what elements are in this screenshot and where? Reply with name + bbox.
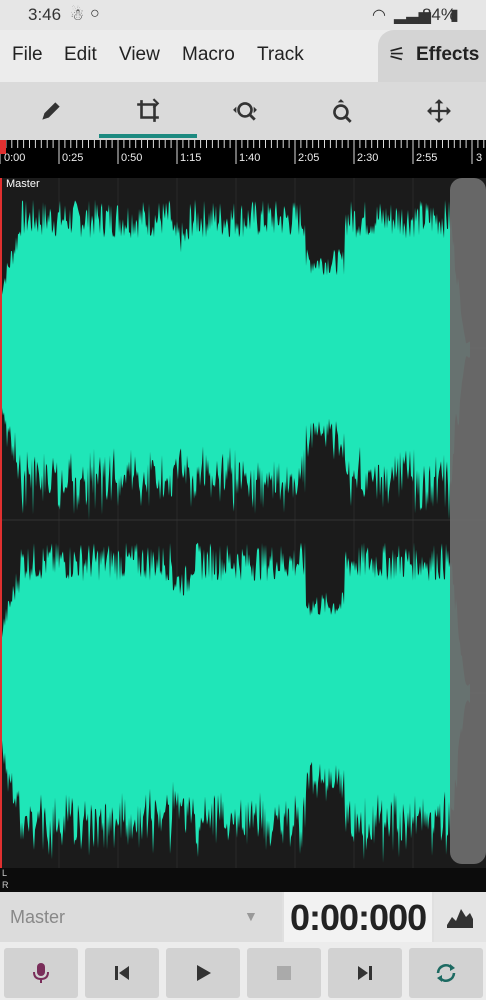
menu-view[interactable]: View	[119, 44, 160, 66]
transport-info-bar: Master ▼ 0:00:000	[0, 892, 486, 942]
spectrum-icon	[447, 909, 473, 928]
effects-label: Effects	[416, 44, 480, 65]
tool-bar	[0, 82, 486, 140]
microphone-icon	[33, 963, 49, 983]
skip-back-button[interactable]	[85, 948, 159, 998]
menu-track[interactable]: Track	[257, 44, 304, 66]
tick-label: 0:50	[121, 152, 143, 164]
zoom-horizontal-tool-button[interactable]	[196, 82, 293, 140]
play-icon	[197, 965, 211, 981]
tick-label: 0:00	[4, 152, 26, 164]
tick-label: 1:15	[180, 152, 202, 164]
skip-previous-icon	[115, 966, 129, 980]
left-channel-label: L	[2, 868, 8, 878]
menu-macro[interactable]: Macro	[182, 44, 235, 66]
loop-button[interactable]	[409, 948, 483, 998]
play-button[interactable]	[166, 948, 240, 998]
wifi-icon: ◠	[372, 7, 386, 24]
record-button[interactable]	[4, 948, 78, 998]
track-dropdown-value: Master	[10, 907, 66, 927]
pencil-tool-button[interactable]	[2, 82, 99, 140]
tick-label: 2:55	[416, 152, 438, 164]
loop-icon	[436, 964, 456, 982]
zoom-vertical-icon	[332, 99, 352, 123]
waveform-canvas[interactable]	[0, 178, 486, 868]
tick-label: 1:40	[239, 152, 261, 164]
crop-tool-button[interactable]	[99, 82, 196, 140]
stop-button[interactable]	[247, 948, 321, 998]
channel-ruler: L R	[0, 868, 486, 892]
move-tool-button[interactable]	[390, 82, 486, 140]
move-arrows-icon	[426, 99, 451, 123]
battery-icon: ▮	[450, 7, 459, 24]
tick-label: 0:25	[62, 152, 84, 164]
left-channel-waveform	[0, 199, 470, 521]
tick-label: 2:05	[298, 152, 320, 164]
vertical-scroll-handle[interactable]	[450, 178, 486, 864]
tick-label: 2:30	[357, 152, 379, 164]
tick-label: 3	[476, 152, 483, 164]
skip-next-icon	[358, 966, 372, 980]
playhead-line	[0, 178, 2, 868]
notification-icon: ☃	[70, 7, 85, 24]
status-time: 3:46	[28, 5, 62, 24]
menu-file[interactable]: File	[12, 44, 43, 66]
active-tool-indicator	[99, 134, 197, 138]
track-label: Master	[6, 178, 40, 190]
stop-icon	[277, 966, 291, 980]
spectrum-button[interactable]	[434, 892, 486, 942]
waveform-editor[interactable]: Master	[0, 178, 486, 868]
magic-wand-icon: ⚟	[388, 44, 406, 66]
playback-controls	[0, 942, 486, 1000]
crop-icon	[136, 98, 159, 122]
right-channel-label: R	[2, 880, 9, 890]
right-channel-waveform	[0, 542, 470, 863]
menu-edit[interactable]: Edit	[64, 44, 97, 66]
timeline-ruler[interactable]: 0:00 0:25 0:50 1:15 1:40 2:05 2:30 2:55 …	[0, 140, 486, 178]
circle-icon: ○	[90, 5, 100, 22]
skip-forward-button[interactable]	[328, 948, 402, 998]
track-dropdown[interactable]: Master ▼	[0, 892, 282, 942]
time-display: 0:00:000	[284, 892, 432, 942]
menu-bar: File Edit View Macro Track ⚟ Effects	[0, 30, 486, 82]
zoom-vertical-tool-button[interactable]	[293, 82, 390, 140]
time-counter: 0:00:000	[290, 897, 427, 938]
dropdown-caret-icon: ▼	[244, 908, 258, 924]
effects-button[interactable]: ⚟ Effects	[378, 30, 486, 82]
zoom-horizontal-icon	[232, 102, 257, 121]
pencil-icon	[41, 102, 60, 120]
status-bar: 3:46 ☃ ○ ◠ ▂▃▅ 84% ▮	[0, 0, 486, 30]
